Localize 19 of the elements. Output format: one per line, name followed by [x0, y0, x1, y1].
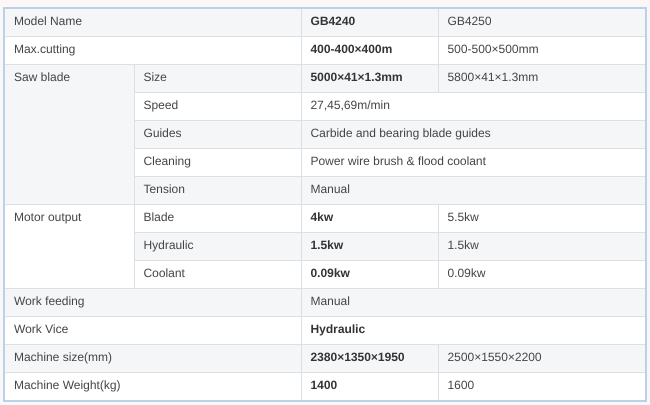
table-cell: 2380×1350×1950 [301, 344, 438, 372]
table-cell: Tension [134, 176, 301, 204]
table-cell: Size [134, 64, 301, 92]
table-cell: 1.5kw [301, 232, 438, 260]
table-cell: 5800×41×1.3mm [438, 64, 646, 92]
table-cell: Work feeding [4, 288, 301, 316]
table-cell: Carbide and bearing blade guides [301, 120, 646, 148]
table-cell: Manual [301, 288, 646, 316]
table-cell: GB4250 [438, 8, 646, 36]
table-cell: 5000×41×1.3mm [301, 64, 438, 92]
table-cell: Model Name [4, 8, 301, 36]
table-cell: Saw blade [4, 64, 134, 204]
table-cell: 1.5kw [438, 232, 646, 260]
table-cell: Machine size(mm) [4, 344, 301, 372]
table-cell: 2500×1550×2200 [438, 344, 646, 372]
table-cell: GB4240 [301, 8, 438, 36]
table-cell: Hydraulic [134, 232, 301, 260]
table-cell: Guides [134, 120, 301, 148]
table-cell: Manual [301, 176, 646, 204]
